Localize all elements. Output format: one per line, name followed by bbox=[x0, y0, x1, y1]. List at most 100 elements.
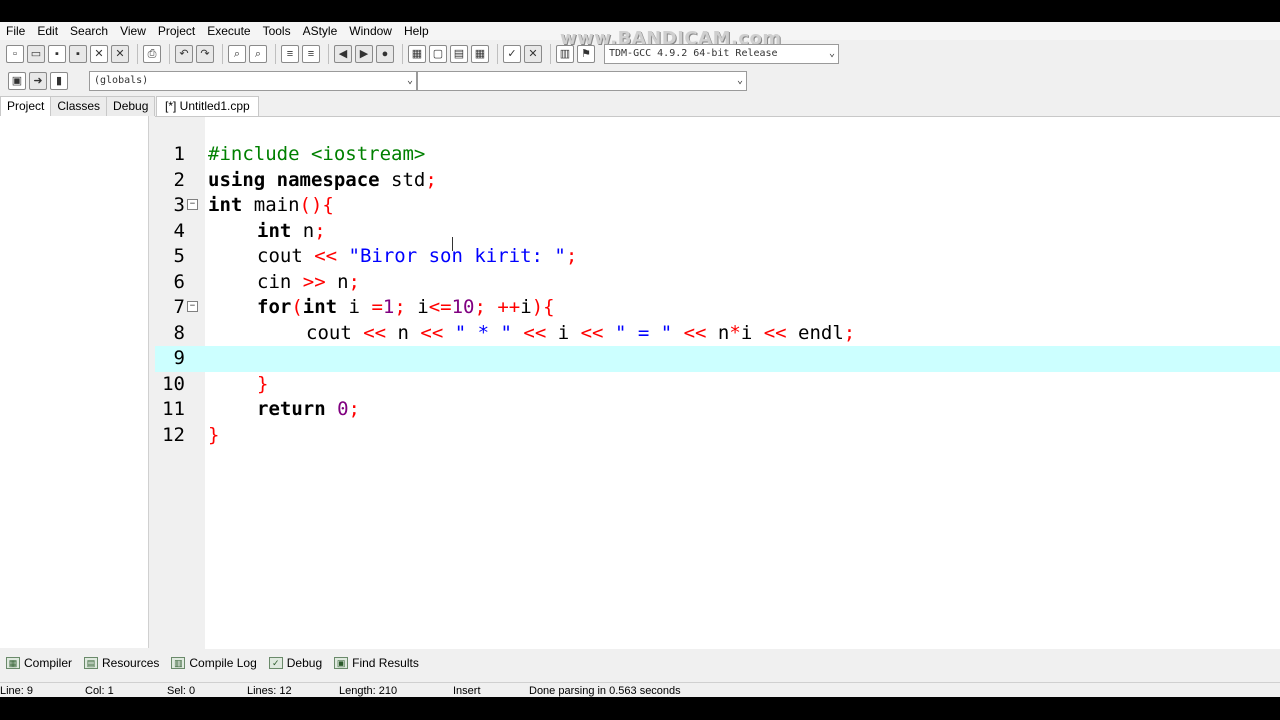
line-number: 10 bbox=[162, 372, 185, 395]
status-bar: Line: 9 Col: 1 Sel: 0 Lines: 12 Length: … bbox=[0, 682, 1280, 697]
chevron-down-icon: ⌄ bbox=[828, 48, 835, 59]
code-line[interactable]: 2 using namespace std; bbox=[155, 168, 1280, 194]
new-file-icon[interactable]: ▫ bbox=[6, 45, 24, 63]
scope-select[interactable]: (globals) ⌄ bbox=[89, 71, 417, 91]
toolbar-separator bbox=[169, 44, 170, 64]
tab-compile-log[interactable]: ▥ Compile Log bbox=[171, 656, 257, 670]
menu-project[interactable]: Project bbox=[152, 22, 201, 40]
bottom-panel-tabs: ▦ Compiler ▤ Resources ▥ Compile Log ✓ Debug… bbox=[0, 652, 425, 674]
code-line[interactable]: 4 int n; bbox=[155, 219, 1280, 245]
undo-icon[interactable]: ↶ bbox=[175, 45, 193, 63]
tab-compiler[interactable]: ▦ Compiler bbox=[6, 656, 72, 670]
code-line[interactable]: 6 cin >> n; bbox=[155, 270, 1280, 296]
code-token: ( bbox=[291, 296, 303, 318]
save-all-icon[interactable]: ▪ bbox=[69, 45, 87, 63]
status-line: Line: 9 bbox=[0, 684, 34, 697]
code-line[interactable]: 1 #include <iostream> bbox=[155, 142, 1280, 168]
menu-edit[interactable]: Edit bbox=[31, 22, 64, 40]
code-editor[interactable]: 1 #include <iostream> 2 using namespace … bbox=[155, 116, 1280, 649]
back-icon[interactable]: ◀ bbox=[334, 45, 352, 63]
close-file-icon[interactable]: ✕ bbox=[90, 45, 108, 63]
forward-icon[interactable]: ▶ bbox=[355, 45, 373, 63]
line-number: 2 bbox=[173, 168, 185, 191]
code-token: using namespace bbox=[208, 168, 392, 191]
tab-classes[interactable]: Classes bbox=[50, 96, 108, 116]
compiler-select[interactable]: TDM-GCC 4.9.2 64-bit Release ⌄ bbox=[604, 44, 839, 64]
profile-icon[interactable]: ⚑ bbox=[577, 45, 595, 63]
code-line[interactable]: 5 cout << "Biror son kirit: "; bbox=[155, 244, 1280, 270]
code-line-current[interactable]: 9 bbox=[155, 346, 1280, 372]
stop-icon[interactable]: ● bbox=[376, 45, 394, 63]
unindent-icon[interactable]: ≡ bbox=[302, 45, 320, 63]
code-token: << bbox=[523, 321, 547, 344]
bookmark-icon[interactable]: ▮ bbox=[50, 72, 68, 90]
code-line[interactable]: 3 − int main(){ bbox=[155, 193, 1280, 219]
check-syntax-icon[interactable]: ✓ bbox=[503, 45, 521, 63]
toolbar-separator bbox=[275, 44, 276, 64]
code-token: endl bbox=[786, 321, 844, 344]
code-line[interactable]: 8 cout << n << " * " << i << " = " << n*… bbox=[155, 321, 1280, 347]
menu-help[interactable]: Help bbox=[398, 22, 435, 40]
open-file-icon[interactable]: ▭ bbox=[27, 45, 45, 63]
code-line[interactable]: 12 } bbox=[155, 423, 1280, 449]
indent-icon[interactable]: ≡ bbox=[281, 45, 299, 63]
print-icon[interactable]: ⎙ bbox=[143, 45, 161, 63]
code-token: return bbox=[257, 398, 338, 420]
menu-window[interactable]: Window bbox=[343, 22, 398, 40]
menu-tools[interactable]: Tools bbox=[257, 22, 297, 40]
redo-icon[interactable]: ↷ bbox=[196, 45, 214, 63]
abort-icon[interactable]: ✕ bbox=[524, 45, 542, 63]
code-token: << bbox=[363, 321, 387, 344]
tab-find-results[interactable]: ▣ Find Results bbox=[334, 656, 419, 670]
tab-project[interactable]: Project bbox=[0, 96, 52, 116]
status-lines: Lines: 12 bbox=[247, 684, 292, 697]
tile-icon[interactable]: ▦ bbox=[471, 45, 489, 63]
tab-label: Compile Log bbox=[189, 656, 257, 670]
menu-astyle[interactable]: AStyle bbox=[297, 22, 344, 40]
code-token: << bbox=[420, 321, 444, 344]
code-token: ){ bbox=[531, 296, 555, 318]
code-token: ; bbox=[348, 270, 360, 293]
code-token: } bbox=[208, 423, 220, 446]
line-number: 6 bbox=[173, 270, 185, 293]
class-icon[interactable]: ▤ bbox=[450, 45, 468, 63]
line-number: 9 bbox=[173, 347, 185, 369]
class-browser-icon[interactable]: ▣ bbox=[8, 72, 26, 90]
fold-collapse-icon[interactable]: − bbox=[187, 199, 198, 210]
check-icon: ✓ bbox=[268, 657, 283, 669]
code-token: std bbox=[391, 168, 426, 191]
chart-icon[interactable]: ▥ bbox=[556, 45, 574, 63]
code-line[interactable]: 10 } bbox=[155, 372, 1280, 398]
toolbar-separator bbox=[402, 44, 403, 64]
code-token: n bbox=[706, 321, 730, 344]
window-icon[interactable]: ▢ bbox=[429, 45, 447, 63]
tab-debug[interactable]: Debug bbox=[106, 96, 156, 116]
code-line[interactable]: 11 return 0; bbox=[155, 397, 1280, 423]
close-all-icon[interactable]: ✕ bbox=[111, 45, 129, 63]
code-token: 1 bbox=[382, 296, 395, 318]
fold-collapse-icon[interactable]: − bbox=[187, 301, 198, 312]
tab-resources[interactable]: ▤ Resources bbox=[84, 656, 159, 670]
resources-icon: ▤ bbox=[84, 657, 99, 669]
code-token: n bbox=[386, 321, 421, 344]
project-grid-icon[interactable]: ▦ bbox=[408, 45, 426, 63]
line-number: 5 bbox=[173, 245, 185, 267]
code-token: (){ bbox=[299, 194, 334, 216]
menu-file[interactable]: File bbox=[0, 22, 31, 40]
replace-icon[interactable]: ⌕ bbox=[249, 45, 267, 63]
code-token: ; bbox=[394, 296, 418, 318]
editor-tab-untitled1[interactable]: [*] Untitled1.cpp bbox=[156, 96, 259, 116]
member-select[interactable]: ⌄ bbox=[417, 71, 747, 91]
project-panel[interactable] bbox=[0, 116, 149, 648]
find-icon[interactable]: ⌕ bbox=[228, 45, 246, 63]
menu-search[interactable]: Search bbox=[64, 22, 114, 40]
tab-debug-bottom[interactable]: ✓ Debug bbox=[268, 656, 322, 670]
code-token: * bbox=[729, 321, 741, 344]
goto-icon[interactable]: ➜ bbox=[29, 72, 47, 90]
status-col: Col: 1 bbox=[85, 684, 114, 697]
menu-view[interactable]: View bbox=[114, 22, 152, 40]
menu-execute[interactable]: Execute bbox=[201, 22, 256, 40]
code-line[interactable]: 7 − for(int i =1; i<=10; ++i){ bbox=[155, 295, 1280, 321]
scope-select-value: (globals) bbox=[94, 75, 149, 86]
save-icon[interactable]: ▪ bbox=[48, 45, 66, 63]
